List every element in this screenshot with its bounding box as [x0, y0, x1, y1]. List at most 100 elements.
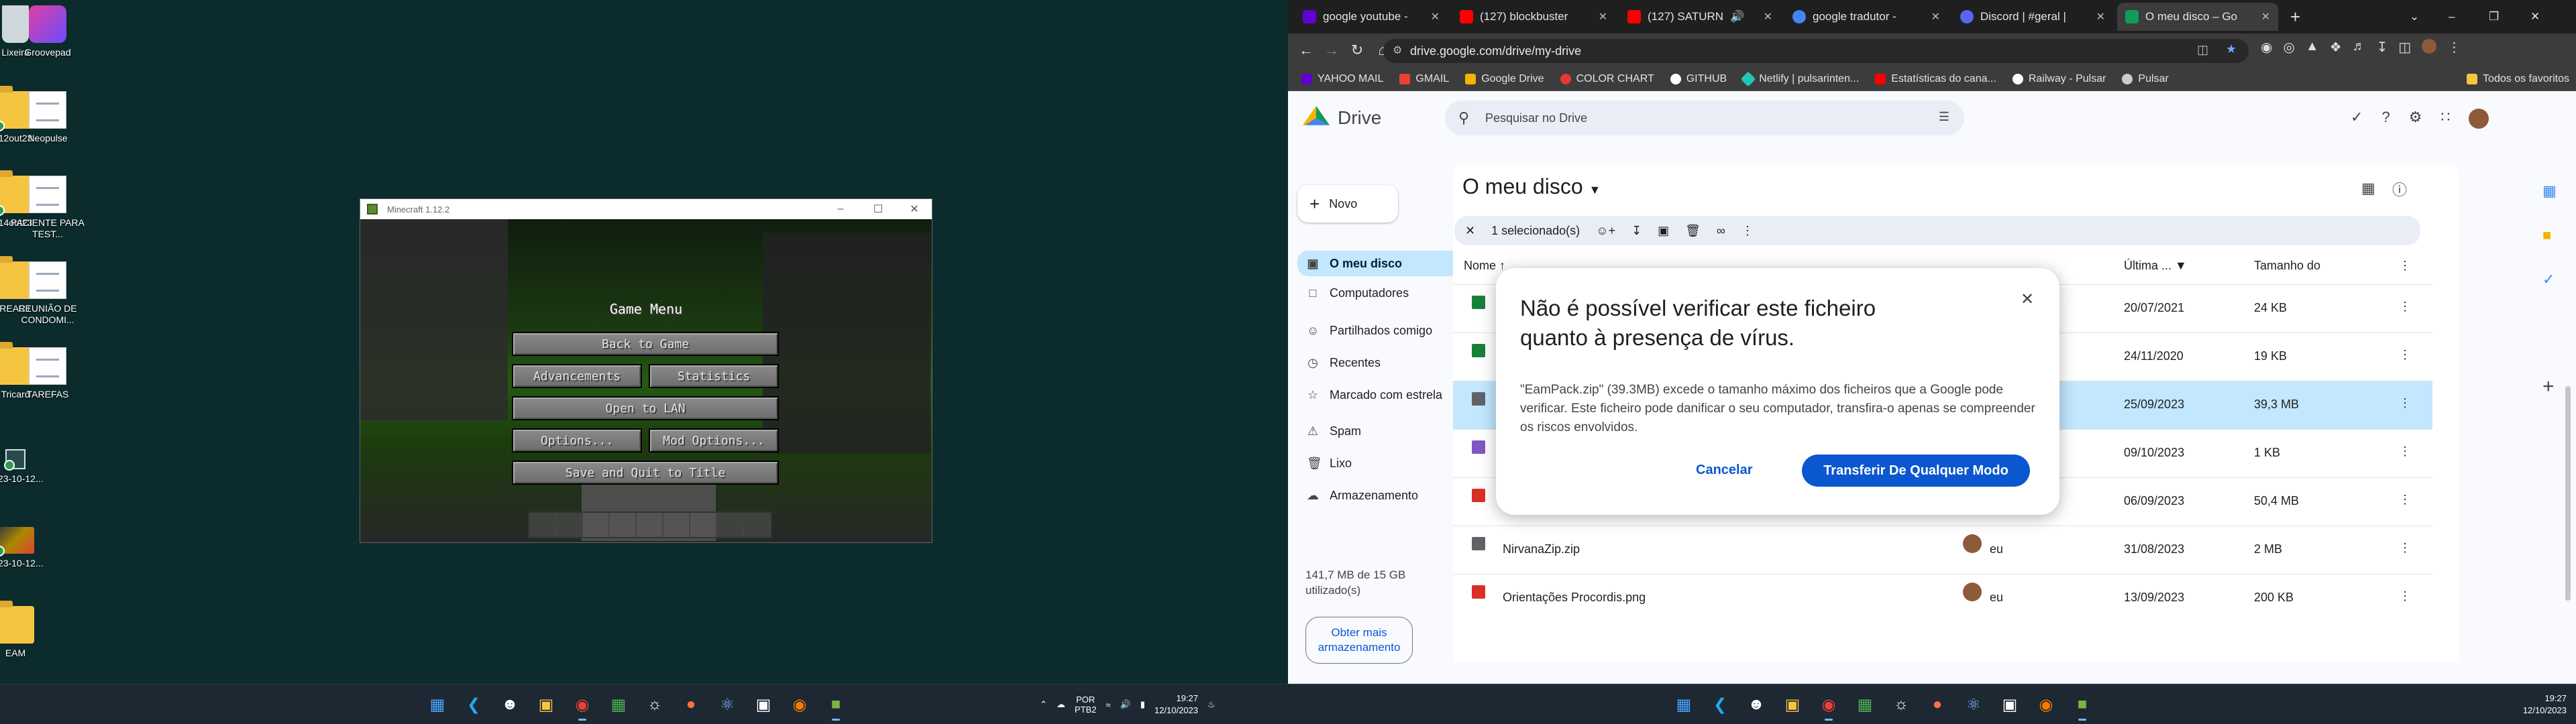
back-icon[interactable]: ←: [1293, 38, 1319, 63]
ready-offline-icon[interactable]: ✓: [2351, 109, 2363, 129]
address-bar[interactable]: ⚙ drive.google.com/drive/my-drive ◫ ★: [1383, 39, 2249, 63]
advancements-button[interactable]: Advancements: [512, 364, 642, 388]
site-info-icon[interactable]: ⚙: [1393, 44, 1402, 57]
app-icon[interactable]: ●: [678, 691, 704, 718]
cancel-button[interactable]: Cancelar: [1696, 463, 1753, 478]
row-more-icon[interactable]: ⋮: [2399, 444, 2411, 459]
row-more-icon[interactable]: ⋮: [2399, 493, 2411, 507]
minecraft-window[interactable]: Minecraft 1.12.2 – ☐ ✕ Game Menu Back to…: [360, 198, 932, 543]
media-icon[interactable]: ♬: [2353, 39, 2366, 56]
page-title[interactable]: O meu disco ▼: [1462, 174, 1601, 199]
file-explorer-icon[interactable]: ▣: [533, 691, 559, 718]
link-icon[interactable]: ∞: [1717, 224, 1725, 238]
desktop-icon-2023-shortcut[interactable]: 2023-10-12...: [0, 449, 52, 485]
close-tab-icon[interactable]: ✕: [2261, 10, 2270, 23]
restore-icon[interactable]: ❐: [2481, 3, 2508, 31]
dialog-close-icon[interactable]: ✕: [2021, 290, 2034, 309]
menu-dots-icon[interactable]: ⋮: [2447, 39, 2461, 56]
all-bookmarks[interactable]: Todos os favoritos: [2467, 73, 2569, 85]
row-more-icon[interactable]: ⋮: [2399, 300, 2411, 314]
row-more-icon[interactable]: ⋮: [2399, 348, 2411, 362]
extension-icon[interactable]: ◉: [2261, 39, 2272, 56]
windows-start-icon[interactable]: ▦: [424, 691, 451, 718]
options-button[interactable]: Options...: [512, 428, 642, 452]
vscode-icon[interactable]: ❮: [1707, 691, 1733, 718]
tasks-icon[interactable]: ✓: [2542, 271, 2557, 288]
minecraft-icon[interactable]: ▦: [1851, 691, 1878, 718]
close-tab-icon[interactable]: ✕: [1431, 10, 1440, 23]
git-icon[interactable]: ⚛: [714, 691, 741, 718]
battery-icon[interactable]: ▮: [1140, 699, 1145, 710]
keep-icon[interactable]: ■: [2542, 227, 2557, 244]
calendar-icon[interactable]: ▦: [2542, 182, 2557, 200]
more-actions-icon[interactable]: ⋮: [1741, 224, 1754, 238]
bookmark-estatisticas[interactable]: Estatísticas do cana...: [1875, 73, 1996, 85]
desktop-icon-eam[interactable]: EAM: [0, 601, 52, 659]
nav-spam[interactable]: ⚠ Spam: [1297, 418, 1469, 444]
bookmark-pulsar[interactable]: Pulsar: [2122, 73, 2169, 85]
minecraft-game-view[interactable]: Game Menu Back to Game Advancements Stat…: [360, 219, 932, 542]
puzzle-icon[interactable]: ❖: [2330, 39, 2342, 56]
bookmark-google-drive[interactable]: Google Drive: [1465, 73, 1544, 85]
new-tab-button[interactable]: +: [2282, 3, 2312, 31]
column-size-header[interactable]: Tamanho do: [2254, 259, 2320, 273]
wifi-icon[interactable]: ≈: [1106, 700, 1110, 710]
minecraft-titlebar[interactable]: Minecraft 1.12.2 – ☐ ✕: [360, 199, 932, 219]
clear-selection-icon[interactable]: ✕: [1465, 224, 1475, 238]
download-icon[interactable]: ↧: [1631, 224, 1642, 238]
extension-icon[interactable]: ◎: [2283, 39, 2294, 56]
discord-app-icon[interactable]: ☻: [1743, 691, 1770, 718]
close-tab-icon[interactable]: ✕: [1764, 10, 1772, 23]
desktop-icon-groovepad[interactable]: Groovepad: [11, 5, 85, 58]
nav-marcado-estrela[interactable]: ☆ Marcado com estrela: [1297, 382, 1469, 408]
install-icon[interactable]: ◫: [2197, 43, 2208, 57]
side-panel-icon[interactable]: ◫: [2398, 39, 2411, 56]
grid-view-icon[interactable]: ▦: [2361, 180, 2375, 197]
info-icon[interactable]: ⓘ: [2392, 178, 2407, 200]
minecraft-launcher-icon[interactable]: ■: [2069, 691, 2096, 721]
drive-search-input[interactable]: ⚲ Pesquisar no Drive ☰: [1445, 101, 1964, 135]
open-to-lan-button[interactable]: Open to LAN: [512, 396, 779, 420]
close-window-icon[interactable]: ✕: [2522, 3, 2549, 31]
forward-icon[interactable]: →: [1319, 38, 1344, 63]
blender-icon[interactable]: ◉: [2033, 691, 2059, 718]
nav-partilhados[interactable]: ☺ Partilhados comigo: [1297, 318, 1469, 343]
bookmark-color-chart[interactable]: COLOR CHART: [1560, 73, 1654, 85]
row-more-icon[interactable]: ⋮: [2399, 541, 2411, 555]
column-modified-header[interactable]: Última ... ▼: [2124, 259, 2187, 273]
tab-search-icon[interactable]: ⌄: [2402, 3, 2428, 31]
nav-lixo[interactable]: 🗑 Lixo: [1297, 450, 1469, 476]
nav-o-meu-disco[interactable]: ▣ O meu disco: [1297, 251, 1469, 276]
save-and-quit-button[interactable]: Save and Quit to Title: [512, 461, 779, 485]
new-button[interactable]: + Novo: [1297, 185, 1398, 223]
steam-icon[interactable]: ☼: [641, 691, 668, 718]
desktop-icon-reuniao[interactable]: REUNIÃO DE CONDOMI...: [11, 261, 85, 326]
row-more-icon[interactable]: ⋮: [2399, 396, 2411, 410]
desktop-icon-2023-image[interactable]: 2023-10-12...: [0, 527, 52, 569]
bookmark-github[interactable]: GITHUB: [1670, 73, 1727, 85]
close-icon[interactable]: ✕: [896, 199, 933, 219]
clock[interactable]: 19:27 12/10/2023: [2523, 692, 2567, 717]
minimize-icon[interactable]: –: [2440, 3, 2467, 31]
column-name-header[interactable]: Nome ↑: [1464, 259, 1505, 273]
cloud-icon[interactable]: ☁: [1057, 699, 1065, 710]
vscode-icon[interactable]: ❮: [460, 691, 487, 718]
bookmark-star-icon[interactable]: ★: [2226, 42, 2237, 56]
tab-discord[interactable]: Discord | #geral | ✕: [1952, 3, 2113, 31]
nav-recentes[interactable]: ◷ Recentes: [1297, 350, 1469, 375]
table-row[interactable]: Orientações Procordis.png eu 13/09/2023 200…: [1453, 574, 2432, 622]
file-explorer-icon[interactable]: ▣: [1779, 691, 1806, 718]
apps-grid-icon[interactable]: ∷: [2440, 109, 2450, 129]
desktop-icon-neopulse[interactable]: Neopulse: [11, 91, 85, 144]
nav-computadores[interactable]: □ Computadores: [1297, 280, 1469, 306]
close-tab-icon[interactable]: ✕: [2096, 10, 2105, 23]
settings-gear-icon[interactable]: ⚙: [2409, 109, 2422, 129]
minimize-icon[interactable]: –: [822, 199, 859, 219]
search-options-icon[interactable]: ☰: [1939, 110, 1949, 124]
bookmark-railway[interactable]: Railway - Pulsar: [2012, 73, 2106, 85]
windows-start-icon[interactable]: ▦: [1670, 691, 1697, 718]
minecraft-icon[interactable]: ▦: [605, 691, 632, 718]
statistics-button[interactable]: Statistics: [649, 364, 779, 388]
drive-logo[interactable]: Drive: [1303, 106, 1381, 130]
close-tab-icon[interactable]: ✕: [1931, 10, 1940, 23]
